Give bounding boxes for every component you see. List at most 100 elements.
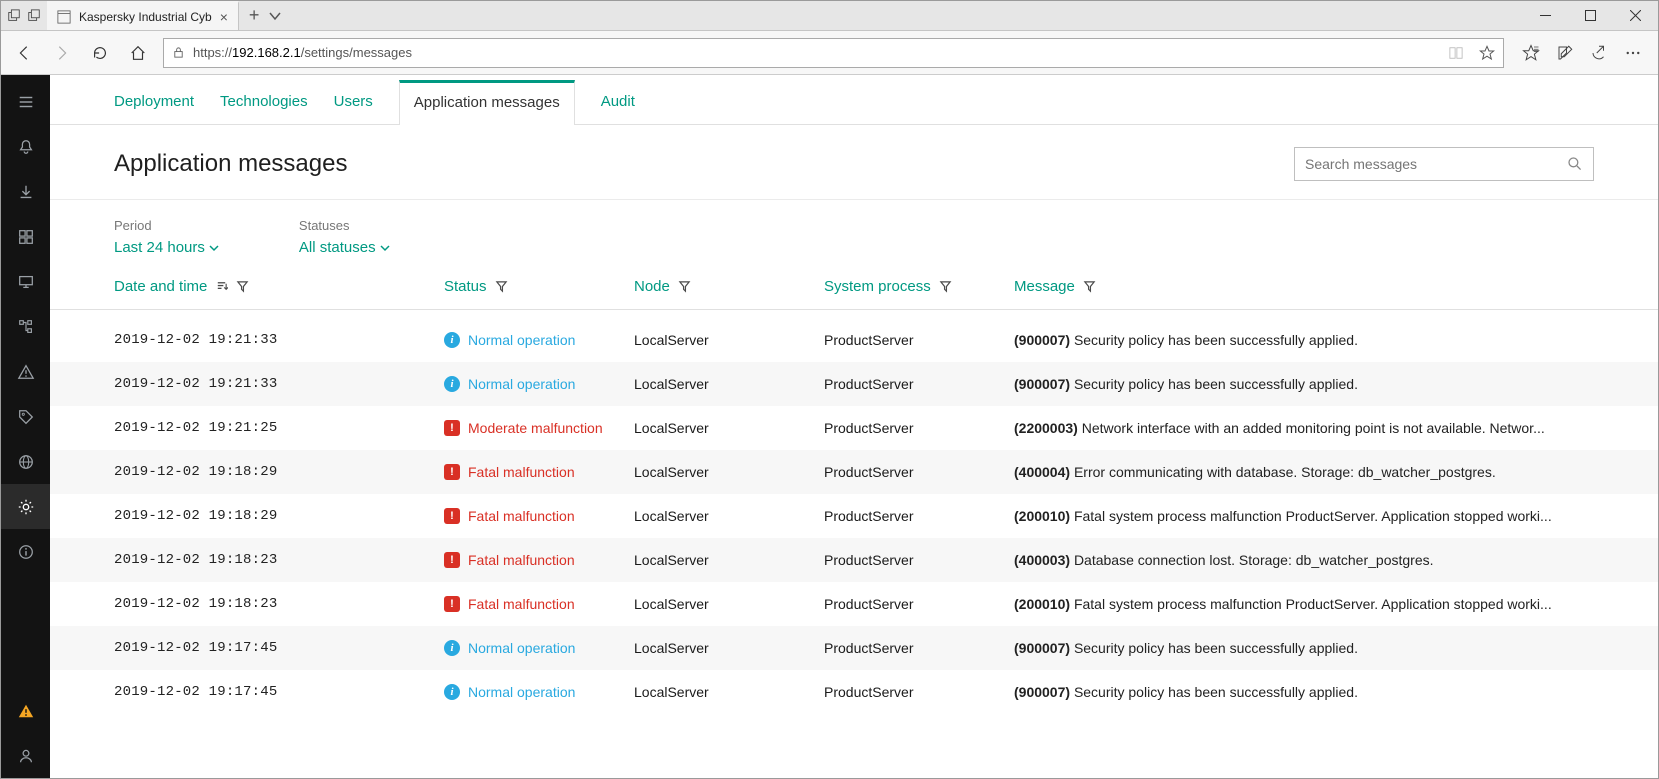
cell-message: (900007) Security policy has been succes… [1014,640,1594,656]
cell-status: Fatal malfunction [444,508,634,524]
rail-alerts[interactable] [1,124,50,169]
col-date[interactable]: Date and time [114,278,444,295]
rail-menu[interactable] [1,79,50,124]
cell-date: 2019-12-02 19:18:29 [114,464,444,480]
rail-globe[interactable] [1,439,50,484]
rail-settings[interactable] [1,484,50,529]
tab-technologies[interactable]: Technologies [220,93,308,124]
status-text: Fatal malfunction [468,552,575,568]
reading-view-icon[interactable] [1449,46,1463,60]
col-node[interactable]: Node [634,278,824,295]
filter-statuses-label: Statuses [299,218,390,233]
tab-close-icon[interactable]: × [220,9,228,25]
info-icon [444,640,460,656]
cell-date: 2019-12-02 19:21:25 [114,420,444,436]
maximize-button[interactable] [1568,1,1613,30]
notes-icon[interactable] [1556,44,1574,62]
forward-button[interactable] [49,40,75,66]
cell-message: (200010) Fatal system process malfunctio… [1014,508,1594,524]
share-icon[interactable] [1590,44,1608,62]
table-row[interactable]: 2019-12-02 19:18:29Fatal malfunctionLoca… [50,450,1658,494]
rail-server[interactable] [1,259,50,304]
favorite-icon[interactable] [1479,45,1495,61]
status-text: Normal operation [468,640,575,656]
cell-node: LocalServer [634,332,824,348]
search-box[interactable] [1294,147,1594,181]
cell-node: LocalServer [634,420,824,436]
alert-icon [444,464,460,480]
table-row[interactable]: 2019-12-02 19:21:25 Moderate malfunction L… [50,406,1658,450]
table-row[interactable]: 2019-12-02 19:17:45Normal operationLocal… [50,670,1658,714]
browser-tab[interactable]: Kaspersky Industrial Cyb × [47,1,239,30]
table-header: Date and time Status Node System process… [50,264,1658,310]
home-button[interactable] [125,40,151,66]
rail-info[interactable] [1,529,50,574]
cell-node: LocalServer [634,376,824,392]
filter-period-label: Period [114,218,219,233]
col-status[interactable]: Status [444,278,634,295]
filter-period[interactable]: Period Last 24 hours [114,218,219,256]
search-input[interactable] [1305,156,1567,172]
cascade-icon [27,9,41,23]
tab-title: Kaspersky Industrial Cyb [79,10,212,24]
status-text: Moderate malfunction [468,420,603,436]
rail-tag[interactable] [1,394,50,439]
cascade-icon [7,9,21,23]
filter-statuses[interactable]: Statuses All statuses [299,218,390,256]
tab-deployment[interactable]: Deployment [114,93,194,124]
cell-process: ProductServer [824,464,1014,480]
rail-dashboard[interactable] [1,214,50,259]
cell-process: ProductServer [824,508,1014,524]
cell-process: ProductServer [824,332,1014,348]
rail-status-warning[interactable] [1,688,50,733]
cell-date: 2019-12-02 19:18:23 [114,596,444,612]
browser-toolbar: https://192.168.2.1/settings/messages [1,31,1658,75]
table-body[interactable]: 2019-12-02 19:21:33Normal operationLocal… [50,318,1658,778]
search-icon [1567,156,1583,172]
cell-node: LocalServer [634,640,824,656]
favorites-list-icon[interactable] [1522,44,1540,62]
table-row[interactable]: 2019-12-02 19:17:45Normal operationLocal… [50,626,1658,670]
table-row[interactable]: 2019-12-02 19:18:23Fatal malfunctionLoca… [50,582,1658,626]
cell-process: ProductServer [824,640,1014,656]
table-row[interactable]: 2019-12-02 19:18:23Fatal malfunctionLoca… [50,538,1658,582]
cell-date: 2019-12-02 19:18:23 [114,552,444,568]
rail-user[interactable] [1,733,50,778]
new-tab-button[interactable]: + [249,5,260,26]
url-prefix: https://192.168.2.1/settings/messages [193,45,412,60]
status-text: Fatal malfunction [468,596,575,612]
minimize-button[interactable] [1523,1,1568,30]
table-row[interactable]: 2019-12-02 19:21:33Normal operationLocal… [50,318,1658,362]
close-window-button[interactable] [1613,1,1658,30]
cell-message: (400003) Database connection lost. Stora… [1014,552,1594,568]
cell-process: ProductServer [824,596,1014,612]
col-message[interactable]: Message [1014,278,1594,295]
more-icon[interactable] [1624,44,1642,62]
rail-tree[interactable] [1,304,50,349]
window-buttons [1523,1,1658,30]
info-icon [444,684,460,700]
refresh-button[interactable] [87,40,113,66]
status-text: Fatal malfunction [468,508,575,524]
window-titlebar: Kaspersky Industrial Cyb × + [1,1,1658,31]
filter-icon [1083,280,1096,293]
tab-menu-icon[interactable] [269,10,281,22]
cell-message: (2200003) Network interface with an adde… [1014,420,1594,436]
cell-message: (200010) Fatal system process malfunctio… [1014,596,1594,612]
rail-warning[interactable] [1,349,50,394]
tab-users[interactable]: Users [334,93,373,124]
address-bar[interactable]: https://192.168.2.1/settings/messages [163,38,1504,68]
cell-process: ProductServer [824,684,1014,700]
rail-download[interactable] [1,169,50,214]
back-button[interactable] [11,40,37,66]
cell-process: ProductServer [824,376,1014,392]
table-row[interactable]: 2019-12-02 19:18:29Fatal malfunctionLoca… [50,494,1658,538]
alert-icon [444,596,460,612]
tab-audit[interactable]: Audit [601,93,635,124]
cell-status: Normal operation [444,684,634,700]
col-process[interactable]: System process [824,278,1014,295]
chevron-down-icon [209,243,219,253]
cell-node: LocalServer [634,684,824,700]
table-row[interactable]: 2019-12-02 19:21:33Normal operationLocal… [50,362,1658,406]
tab-application-messages[interactable]: Application messages [399,80,575,125]
